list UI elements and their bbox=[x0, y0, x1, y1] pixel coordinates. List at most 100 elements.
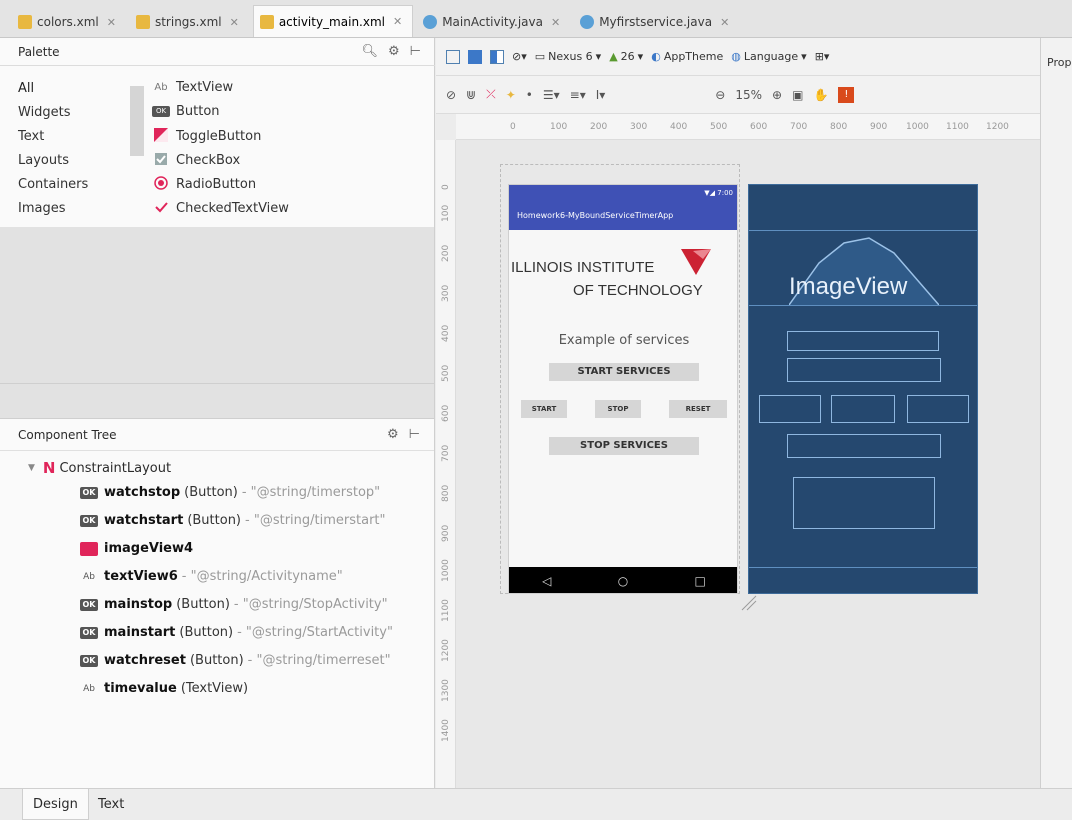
clear-constraints-icon[interactable]: ⤫ bbox=[486, 87, 496, 102]
design-preview-phone[interactable]: ▼◢ 7:00 Homework6-MyBoundServiceTimerApp… bbox=[508, 184, 738, 594]
blueprint-view-icon[interactable] bbox=[468, 49, 482, 64]
blueprint-watchreset[interactable] bbox=[907, 395, 969, 423]
ruler-tick: 1300 bbox=[441, 679, 451, 702]
autoconnect-icon[interactable]: ⋓ bbox=[466, 88, 476, 102]
tree-item-watchreset[interactable]: OK watchreset (Button) - "@string/timerr… bbox=[80, 653, 391, 668]
palette-item-checkedtextview[interactable]: CheckedTextView bbox=[152, 200, 289, 217]
default-margin-icon[interactable]: • bbox=[526, 88, 533, 102]
close-icon[interactable]: ✕ bbox=[107, 16, 116, 29]
pack-icon[interactable]: ☰▾ bbox=[543, 88, 560, 102]
component-type: (Button) bbox=[184, 485, 238, 500]
tab-myfirstservice-java[interactable]: Myfirstservice.java ✕ bbox=[574, 7, 740, 37]
palette-item-checkbox[interactable]: CheckBox bbox=[152, 152, 240, 169]
device-dropdown[interactable]: ▭ Nexus 6 ▾ bbox=[535, 50, 601, 63]
tree-item-mainstart[interactable]: OK mainstart (Button) - "@string/StartAc… bbox=[80, 625, 393, 640]
close-icon[interactable]: ✕ bbox=[230, 16, 239, 29]
component-string: - "@string/timerstart" bbox=[245, 513, 386, 528]
imageview4-preview[interactable]: ILLINOIS INSTITUTE OF TECHNOLOGY bbox=[509, 247, 737, 299]
guidelines-icon[interactable]: I▾ bbox=[596, 88, 606, 102]
infer-constraints-icon[interactable]: ✦ bbox=[506, 88, 516, 102]
constraintlayout-icon: N bbox=[42, 459, 56, 477]
zoom-in-icon[interactable]: ⊕ bbox=[772, 88, 782, 102]
tab-colors-xml[interactable]: colors.xml ✕ bbox=[12, 7, 126, 37]
mainstop-button-preview[interactable]: STOP SERVICES bbox=[549, 437, 699, 455]
warnings-icon[interactable]: ! bbox=[838, 86, 855, 103]
gear-icon[interactable]: ⚙ bbox=[388, 44, 400, 59]
palette-item-button[interactable]: OK Button bbox=[152, 104, 220, 119]
gear-icon[interactable]: ⚙ bbox=[387, 427, 399, 442]
category-layouts[interactable]: Layouts bbox=[18, 153, 69, 168]
close-icon[interactable]: ✕ bbox=[720, 16, 729, 29]
category-widgets[interactable]: Widgets bbox=[18, 105, 71, 120]
align-icon[interactable]: ≡▾ bbox=[570, 88, 586, 102]
language-dropdown[interactable]: ◍ Language ▾ bbox=[731, 50, 806, 63]
hide-panel-icon[interactable]: ⊢ bbox=[410, 44, 421, 59]
ruler-tick: 800 bbox=[441, 484, 451, 502]
tree-root-constraintlayout[interactable]: ▼ N ConstraintLayout bbox=[28, 459, 171, 477]
blueprint-preview[interactable]: ImageView bbox=[748, 184, 978, 594]
tree-item-mainstop[interactable]: OK mainstop (Button) - "@string/StopActi… bbox=[80, 597, 388, 612]
zoom-fit-icon[interactable]: ▣ bbox=[792, 88, 803, 102]
watchstart-button-preview[interactable]: START bbox=[521, 400, 567, 418]
blueprint-image-bottom-line bbox=[749, 305, 977, 306]
category-containers[interactable]: Containers bbox=[18, 177, 88, 192]
palette-item-togglebutton[interactable]: ToggleButton bbox=[152, 128, 261, 145]
blueprint-mainstop[interactable] bbox=[787, 434, 941, 458]
logo-line1: ILLINOIS INSTITUTE bbox=[511, 259, 655, 276]
tab-mainactivity-java[interactable]: MainActivity.java ✕ bbox=[417, 7, 571, 37]
layout-variants-icon[interactable]: ⊞▾ bbox=[815, 50, 830, 63]
splitter[interactable] bbox=[0, 383, 434, 384]
tree-item-timevalue[interactable]: Ab timevalue (TextView) bbox=[80, 681, 252, 696]
expand-arrow-icon[interactable]: ▼ bbox=[28, 463, 35, 473]
blueprint-watchstart[interactable] bbox=[759, 395, 821, 423]
resize-handle-icon[interactable] bbox=[740, 594, 758, 612]
tree-item-watchstop[interactable]: OK watchstop (Button) - "@string/timerst… bbox=[80, 485, 380, 500]
pan-icon[interactable]: ✋ bbox=[813, 88, 828, 102]
palette-item-textview[interactable]: Ab TextView bbox=[152, 80, 233, 95]
tree-item-imageview4[interactable]: imageView4 bbox=[80, 541, 197, 556]
properties-panel[interactable]: Prop bbox=[1040, 38, 1072, 788]
category-all[interactable]: All bbox=[18, 81, 34, 96]
palette-item-label: TextView bbox=[176, 80, 234, 95]
search-icon[interactable]: 🔍︎ bbox=[362, 44, 379, 59]
tree-root-label: ConstraintLayout bbox=[59, 460, 172, 476]
hide-panel-icon[interactable]: ⊢ bbox=[409, 427, 420, 442]
editor-mode-tabs: Design Text bbox=[0, 788, 1072, 820]
close-icon[interactable]: ✕ bbox=[551, 16, 560, 29]
design-view-icon[interactable] bbox=[446, 49, 460, 64]
palette-item-radiobutton[interactable]: RadioButton bbox=[152, 176, 256, 193]
component-tree-panel: Component Tree ⚙ ⊢ ▼ N ConstraintLayout … bbox=[0, 418, 435, 788]
watchreset-button-preview[interactable]: RESET bbox=[669, 400, 727, 418]
imageview-icon bbox=[80, 541, 98, 556]
show-constraints-icon[interactable]: ⊘ bbox=[446, 88, 456, 102]
checkbox-icon bbox=[152, 152, 170, 169]
theme-dropdown[interactable]: ◐ AppTheme bbox=[651, 50, 723, 63]
tab-label: MainActivity.java bbox=[442, 15, 543, 29]
close-icon[interactable]: ✕ bbox=[393, 15, 402, 28]
tree-item-textview6[interactable]: Ab textView6 - "@string/Activityname" bbox=[80, 569, 343, 584]
component-string: - "@string/timerstop" bbox=[241, 485, 381, 500]
blueprint-mainstart[interactable] bbox=[787, 358, 941, 382]
java-class-icon bbox=[423, 15, 438, 29]
tree-item-watchstart[interactable]: OK watchstart (Button) - "@string/timers… bbox=[80, 513, 386, 528]
mainstart-button-preview[interactable]: START SERVICES bbox=[549, 363, 699, 381]
category-scrollbar[interactable] bbox=[130, 86, 144, 156]
watchstop-button-preview[interactable]: STOP bbox=[595, 400, 641, 418]
tab-text[interactable]: Text bbox=[88, 789, 134, 820]
tab-activity-main-xml[interactable]: activity_main.xml ✕ bbox=[252, 5, 414, 37]
split-view-icon[interactable] bbox=[490, 49, 504, 64]
textview6-preview[interactable]: Example of services bbox=[509, 333, 737, 348]
blueprint-textview6[interactable] bbox=[787, 331, 939, 351]
ruler-tick: 1100 bbox=[946, 122, 969, 132]
ruler-tick: 1000 bbox=[906, 122, 929, 132]
api-dropdown[interactable]: ▲ 26 ▾ bbox=[609, 50, 643, 63]
category-images[interactable]: Images bbox=[18, 201, 66, 216]
zoom-out-icon[interactable]: ⊖ bbox=[715, 88, 725, 102]
category-text[interactable]: Text bbox=[18, 129, 44, 144]
tab-strings-xml[interactable]: strings.xml ✕ bbox=[129, 7, 249, 37]
orientation-icon[interactable]: ⊘▾ bbox=[512, 50, 527, 63]
blueprint-timevalue[interactable] bbox=[793, 477, 935, 529]
tab-design[interactable]: Design bbox=[22, 789, 89, 820]
blueprint-watchstop[interactable] bbox=[831, 395, 895, 423]
blueprint-navbar-line bbox=[749, 567, 977, 568]
